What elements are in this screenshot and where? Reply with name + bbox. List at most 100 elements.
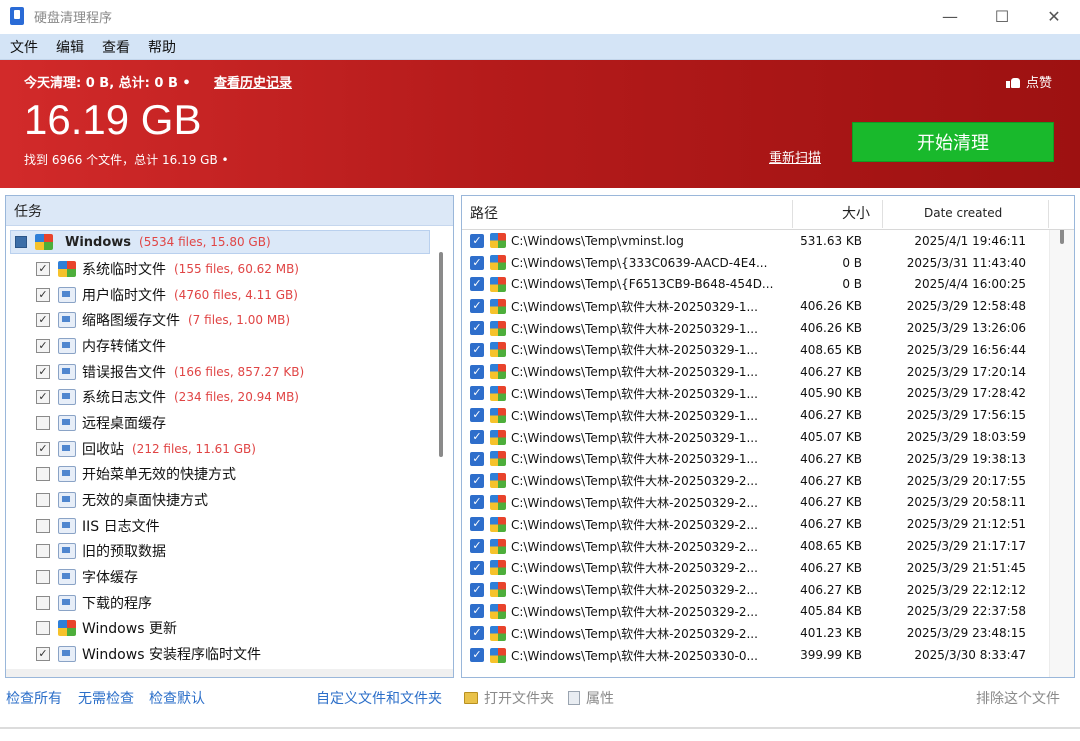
file-checkbox[interactable] (470, 451, 484, 466)
properties-button[interactable]: 属性 (568, 688, 614, 708)
task-checkbox[interactable] (36, 493, 50, 508)
menu-help[interactable]: 帮助 (138, 37, 184, 57)
like-button[interactable]: 点赞 (1005, 72, 1052, 91)
partial-check-icon[interactable] (15, 236, 27, 248)
task-panel-header: 任务 (6, 196, 453, 226)
task-checkbox[interactable] (36, 595, 50, 610)
check-default-link[interactable]: 检查默认 (149, 688, 205, 708)
file-checkbox[interactable] (470, 364, 484, 379)
view-history-link[interactable]: 查看历史记录 (214, 72, 292, 91)
file-row[interactable]: C:\Windows\Temp\软件大林-20250329-1... 406.27… (462, 361, 1062, 383)
task-checkbox[interactable] (36, 621, 50, 636)
file-row[interactable]: C:\Windows\Temp\软件大林-20250329-2... 406.27… (462, 557, 1062, 579)
task-item[interactable]: Windows 安装程序临时文件 (36, 641, 436, 667)
file-row[interactable]: C:\Windows\Temp\软件大林-20250329-2... 406.27… (462, 579, 1062, 601)
close-button[interactable]: ✕ (1028, 0, 1080, 32)
task-item[interactable]: IIS 日志文件 (36, 513, 436, 539)
file-row[interactable]: C:\Windows\Temp\{F6513CB9-B648-454D... 0 … (462, 274, 1062, 296)
file-checkbox[interactable] (470, 517, 484, 532)
task-checkbox[interactable] (36, 338, 50, 353)
file-row[interactable]: C:\Windows\Temp\软件大林-20250329-1... 406.26… (462, 317, 1062, 339)
menu-view[interactable]: 查看 (92, 37, 138, 57)
file-row[interactable]: C:\Windows\Temp\软件大林-20250329-2... 406.27… (462, 513, 1062, 535)
menu-edit[interactable]: 编辑 (46, 37, 92, 57)
tree-root-windows[interactable]: Windows (5534 files, 15.80 GB) (10, 230, 430, 254)
task-item[interactable]: 用户临时文件 (4760 files, 4.11 GB) (36, 282, 436, 308)
file-path: C:\Windows\Temp\软件大林-20250329-2... (511, 539, 758, 554)
file-checkbox[interactable] (470, 582, 484, 597)
file-row[interactable]: C:\Windows\Temp\软件大林-20250330-0... 399.99… (462, 644, 1062, 666)
task-checkbox[interactable] (36, 544, 50, 559)
task-item[interactable]: 下载的程序 (36, 590, 436, 616)
file-row[interactable]: C:\Windows\Temp\软件大林-20250329-1... 406.27… (462, 448, 1062, 470)
file-checkbox[interactable] (470, 342, 484, 357)
check-all-link[interactable]: 检查所有 (6, 688, 62, 708)
file-checkbox[interactable] (470, 539, 484, 554)
file-checkbox[interactable] (470, 604, 484, 619)
exclude-file-button[interactable]: 排除这个文件 (976, 688, 1060, 708)
maximize-button[interactable]: ☐ (976, 0, 1028, 32)
task-item[interactable]: 系统日志文件 (234 files, 20.94 MB) (36, 384, 436, 410)
task-checkbox[interactable] (36, 570, 50, 585)
minimize-button[interactable]: — (924, 0, 976, 32)
task-checkbox[interactable] (36, 261, 50, 276)
file-checkbox[interactable] (470, 408, 484, 423)
file-row[interactable]: C:\Windows\Temp\软件大林-20250329-2... 406.27… (462, 470, 1062, 492)
file-checkbox[interactable] (470, 255, 484, 270)
file-row[interactable]: C:\Windows\Temp\vminst.log 531.63 KB 2025/… (462, 230, 1062, 252)
file-row[interactable]: C:\Windows\Temp\软件大林-20250329-2... 408.65… (462, 535, 1062, 557)
task-checkbox[interactable] (36, 390, 50, 405)
custom-files-link[interactable]: 自定义文件和文件夹 (316, 688, 442, 708)
file-row[interactable]: C:\Windows\Temp\软件大林-20250329-2... 401.23… (462, 622, 1062, 644)
task-item[interactable]: 远程桌面缓存 (36, 410, 436, 436)
column-path[interactable]: 路径 (470, 196, 498, 230)
no-check-link[interactable]: 无需检查 (78, 688, 134, 708)
file-row[interactable]: C:\Windows\Temp\软件大林-20250329-1... 405.90… (462, 383, 1062, 405)
task-item[interactable]: 内存转储文件 (36, 333, 436, 359)
file-row[interactable]: C:\Windows\Temp\软件大林-20250329-1... 408.65… (462, 339, 1062, 361)
column-date[interactable]: Date created (924, 196, 1002, 230)
task-checkbox[interactable] (36, 467, 50, 482)
task-item[interactable]: Windows 更新 (36, 616, 436, 642)
menu-file[interactable]: 文件 (0, 37, 46, 57)
file-checkbox[interactable] (470, 648, 484, 663)
task-item[interactable]: 旧的预取数据 (36, 539, 436, 565)
file-checkbox[interactable] (470, 386, 484, 401)
rescan-link[interactable]: 重新扫描 (769, 147, 821, 166)
file-row[interactable]: C:\Windows\Temp\软件大林-20250329-2... 405.84… (462, 601, 1062, 623)
file-checkbox[interactable] (470, 277, 484, 292)
file-checkbox[interactable] (470, 626, 484, 641)
task-checkbox[interactable] (36, 313, 50, 328)
task-checkbox[interactable] (36, 287, 50, 302)
task-checkbox[interactable] (36, 518, 50, 533)
task-item[interactable]: 系统临时文件 (155 files, 60.62 MB) (36, 256, 436, 282)
file-row[interactable]: C:\Windows\Temp\软件大林-20250329-1... 406.26… (462, 295, 1062, 317)
task-checkbox[interactable] (36, 441, 50, 456)
file-checkbox[interactable] (470, 560, 484, 575)
file-checkbox[interactable] (470, 495, 484, 510)
file-row[interactable]: C:\Windows\Temp\软件大林-20250329-1... 405.07… (462, 426, 1062, 448)
task-checkbox[interactable] (36, 364, 50, 379)
windows-file-icon (490, 451, 506, 467)
task-list-hscroll[interactable] (6, 669, 453, 677)
task-item[interactable]: 开始菜单无效的快捷方式 (36, 462, 436, 488)
open-folder-button[interactable]: 打开文件夹 (464, 688, 554, 708)
task-checkbox[interactable] (36, 647, 50, 662)
task-item[interactable]: 错误报告文件 (166 files, 857.27 KB) (36, 359, 436, 385)
file-checkbox[interactable] (470, 233, 484, 248)
task-item[interactable]: 回收站 (212 files, 11.61 GB) (36, 436, 436, 462)
start-clean-button[interactable]: 开始清理 (852, 122, 1054, 162)
task-item[interactable]: 缩略图缓存文件 (7 files, 1.00 MB) (36, 307, 436, 333)
task-list-scrollbar[interactable] (439, 252, 443, 457)
file-checkbox[interactable] (470, 299, 484, 314)
file-checkbox[interactable] (470, 430, 484, 445)
file-row[interactable]: C:\Windows\Temp\软件大林-20250329-2... 406.27… (462, 492, 1062, 514)
file-checkbox[interactable] (470, 473, 484, 488)
task-checkbox[interactable] (36, 415, 50, 430)
file-row[interactable]: C:\Windows\Temp\{333C0639-AACD-4E4... 0 B… (462, 252, 1062, 274)
task-item[interactable]: 无效的桌面快捷方式 (36, 487, 436, 513)
file-row[interactable]: C:\Windows\Temp\软件大林-20250329-1... 406.27… (462, 404, 1062, 426)
column-size[interactable]: 大小 (842, 196, 870, 230)
task-item[interactable]: 字体缓存 (36, 564, 436, 590)
file-checkbox[interactable] (470, 321, 484, 336)
